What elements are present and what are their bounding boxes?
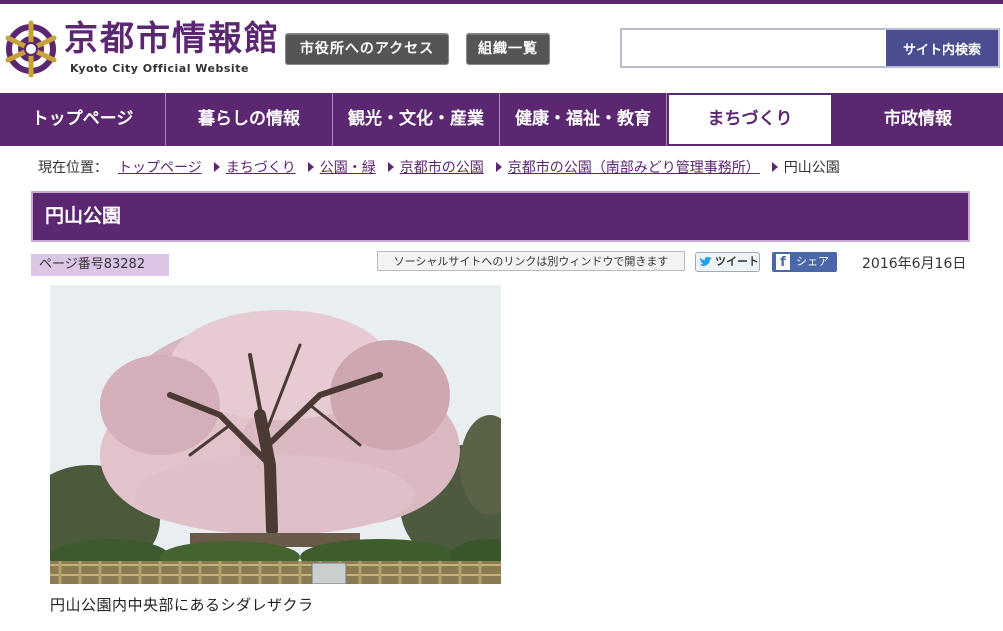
breadcrumb-arrow-icon <box>307 162 314 172</box>
breadcrumb-link-town-planning[interactable]: まちづくり <box>226 157 296 177</box>
breadcrumb-link-top[interactable]: トップページ <box>118 157 202 177</box>
breadcrumb-link-south-office[interactable]: 京都市の公園（南部みどり管理事務所） <box>508 157 760 177</box>
tweet-button[interactable]: ツイート <box>695 252 760 272</box>
social-link-note: ソーシャルサイトへのリンクは別ウィンドウで開きます <box>377 251 685 271</box>
page-number-badge: ページ番号83282 <box>31 254 169 276</box>
nav-item-living[interactable]: 暮らしの情報 <box>166 93 333 146</box>
breadcrumb-label: 現在位置： <box>38 160 108 176</box>
organization-list-button[interactable]: 組織一覧 <box>466 33 550 65</box>
facebook-icon: f <box>776 254 790 270</box>
nav-item-health[interactable]: 健康・福祉・教育 <box>500 93 667 146</box>
site-title: 京都市情報館 <box>64 19 280 59</box>
breadcrumb-arrow-icon <box>387 162 394 172</box>
breadcrumb-arrow-icon <box>495 162 502 172</box>
page-title-bar: 円山公園 <box>31 191 970 242</box>
site-search: サイト内検索 <box>620 28 1000 68</box>
breadcrumb-arrow-icon <box>771 162 778 172</box>
breadcrumb-arrow-icon <box>213 162 220 172</box>
site-subtitle: Kyoto City Official Website <box>70 62 249 75</box>
nav-item-top[interactable]: トップページ <box>0 93 166 146</box>
breadcrumb-current: 円山公園 <box>783 160 840 176</box>
nav-item-city-admin[interactable]: 市政情報 <box>833 93 1003 146</box>
photo-caption: 円山公園内中央部にあるシダレザクラ <box>50 596 314 614</box>
city-hall-access-button[interactable]: 市役所へのアクセス <box>285 33 449 65</box>
update-date: 2016年6月16日 <box>862 256 967 272</box>
share-label: シェア <box>796 255 829 268</box>
page-title: 円山公園 <box>45 205 122 227</box>
search-input[interactable] <box>622 30 886 66</box>
breadcrumb-link-parks-green[interactable]: 公園・緑 <box>320 157 376 177</box>
tweet-label: ツイート <box>715 255 759 268</box>
top-accent-line <box>0 0 1003 4</box>
nav-item-town-planning[interactable]: まちづくり <box>667 93 833 146</box>
nav-item-tourism[interactable]: 観光・文化・産業 <box>333 93 500 146</box>
breadcrumb: 現在位置： トップページ まちづくり 公園・緑 京都市の公園 京都市の公園（南部… <box>38 157 840 177</box>
weeping-cherry-photo <box>50 285 501 584</box>
kyoto-emblem-icon <box>5 20 57 78</box>
twitter-bird-icon <box>699 256 712 266</box>
breadcrumb-link-city-parks[interactable]: 京都市の公園 <box>400 157 484 177</box>
global-nav: トップページ 暮らしの情報 観光・文化・産業 健康・福祉・教育 まちづくり 市政… <box>0 93 1003 146</box>
facebook-share-button[interactable]: f シェア <box>772 252 837 272</box>
search-button[interactable]: サイト内検索 <box>886 30 998 66</box>
